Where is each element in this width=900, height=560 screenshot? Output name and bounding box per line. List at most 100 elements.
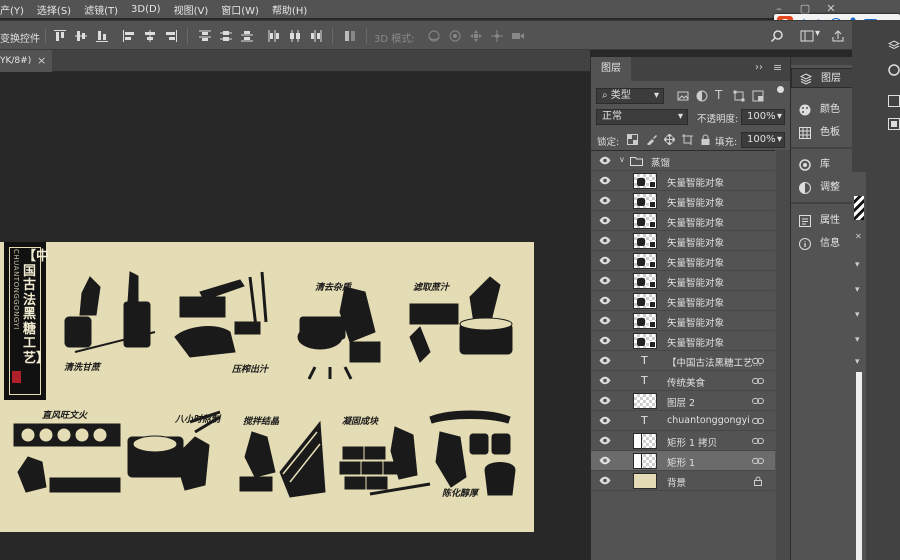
visibility-eye-icon[interactable] [599,236,611,245]
layers-icon[interactable] [888,40,900,52]
link-icon[interactable] [752,437,764,445]
layer-row[interactable]: Tchuantonggongyi [591,411,775,431]
distribute-hcenter-icon[interactable] [288,29,302,43]
visibility-eye-icon[interactable] [599,316,611,325]
align-top-icon[interactable] [53,29,67,43]
workspace-dropdown-icon[interactable]: ▾ [815,28,820,39]
filter-toggle-icon[interactable] [777,86,784,93]
layer-row[interactable]: 矢量智能对象 [591,231,775,251]
chevron-down-icon[interactable]: ▾ [855,285,860,295]
align-vcenter-icon[interactable] [74,29,88,43]
chevron-down-icon[interactable]: ▾ [855,335,860,345]
close-panel-icon[interactable]: ✕ [855,232,862,241]
menu-item-help[interactable]: 帮助(H) [266,2,314,17]
link-icon[interactable] [752,397,764,405]
lock-paint-icon[interactable] [646,134,657,145]
visibility-eye-icon[interactable] [599,156,611,165]
distribute-left-icon[interactable] [267,29,281,43]
visibility-eye-icon[interactable] [599,336,611,345]
3d-slide-icon[interactable] [490,29,504,43]
layer-row[interactable]: 矢量智能对象 [591,251,775,271]
visibility-eye-icon[interactable] [599,476,611,485]
dock-item-libraries[interactable]: 库 [791,155,853,175]
layer-row[interactable]: 矢量智能对象 [591,211,775,231]
3d-roll-icon[interactable] [448,29,462,43]
link-icon[interactable] [752,417,764,425]
distribute-vcenter-icon[interactable] [219,29,233,43]
chevron-down-icon[interactable]: ∨ [619,155,625,164]
dock-item-color[interactable]: 颜色 [791,100,853,120]
visibility-eye-icon[interactable] [599,256,611,265]
link-icon[interactable] [752,357,764,365]
visibility-eye-icon[interactable] [599,416,611,425]
3d-pan-icon[interactable] [469,29,483,43]
visibility-eye-icon[interactable] [599,376,611,385]
align-left-icon[interactable] [122,29,136,43]
gradient-swatch[interactable] [854,196,864,220]
layer-row[interactable]: 矢量智能对象 [591,271,775,291]
tab-layers[interactable]: 图层 [591,57,631,81]
menu-item-3d[interactable]: 3D(D) [125,4,168,15]
lock-transparent-icon[interactable] [627,134,638,145]
link-icon[interactable] [752,377,764,385]
filter-adjustment-icon[interactable] [696,90,708,102]
opacity-input[interactable]: 100% ▾ [741,109,785,125]
layer-row[interactable]: 矢量智能对象 [591,331,775,351]
visibility-eye-icon[interactable] [599,456,611,465]
align-bottom-icon[interactable] [95,29,109,43]
align-hcenter-icon[interactable] [143,29,157,43]
blend-mode-select[interactable]: 正常 ▾ [596,109,688,125]
properties-icon[interactable] [888,95,900,107]
menu-item-window[interactable]: 窗口(W) [215,2,266,17]
artwork-document[interactable]: 【中国古法黑糖工艺】 CHUANTONGGONGYI 清洗甘蔗 压榨出汁 清去杂… [0,242,534,532]
3d-scale-icon[interactable] [511,29,525,43]
lock-artboard-icon[interactable] [682,134,693,145]
chevron-down-icon[interactable]: ▾ [855,357,860,367]
visibility-eye-icon[interactable] [599,296,611,305]
visibility-eye-icon[interactable] [599,396,611,405]
document-tab[interactable]: YK/8#) × [0,50,52,72]
dock-item-adjustments[interactable]: 调整 [791,178,853,198]
link-icon[interactable] [752,457,764,465]
filter-smart-object-icon[interactable] [752,90,764,102]
distribute-top-icon[interactable] [198,29,212,43]
chevron-down-icon[interactable]: ▾ [855,310,860,320]
menu-item-layer[interactable]: 产(Y) [0,2,31,17]
visibility-eye-icon[interactable] [599,276,611,285]
3d-orbit-icon[interactable] [427,29,441,43]
menu-item-view[interactable]: 视图(V) [168,2,216,17]
collapse-panel-icon[interactable]: ›› [755,62,763,73]
visibility-eye-icon[interactable] [599,176,611,185]
layer-row[interactable]: 矩形 1 拷贝 [591,431,775,451]
layer-group-row[interactable]: ∨ 蒸馏 [591,151,775,171]
dock-item-layers[interactable]: 图层 [791,68,853,88]
share-icon[interactable] [831,29,845,43]
menu-item-filter[interactable]: 滤镜(T) [78,2,125,17]
fill-input[interactable]: 100% ▾ [741,132,785,148]
close-tab-icon[interactable]: × [37,50,46,72]
white-scroll-track[interactable] [856,372,862,560]
layers-scrollbar[interactable] [776,150,790,560]
search-icon[interactable] [770,29,784,43]
lock-position-icon[interactable] [664,134,675,145]
auto-align-icon[interactable] [343,29,357,43]
chevron-down-icon[interactable]: ▾ [855,260,860,270]
lock-all-icon[interactable] [700,134,711,145]
distribute-bottom-icon[interactable] [240,29,254,43]
filter-type-icon[interactable]: T [715,88,722,102]
dock-item-info[interactable]: 信息 [791,234,853,254]
distribute-right-icon[interactable] [309,29,323,43]
workspace-icon[interactable] [800,29,814,43]
filter-shape-icon[interactable] [733,90,745,102]
layer-row[interactable]: T 传统美食 [591,371,775,391]
visibility-eye-icon[interactable] [599,196,611,205]
visibility-eye-icon[interactable] [599,436,611,445]
channels-icon[interactable] [888,118,900,130]
cloud-library-icon[interactable] [888,64,900,76]
layer-row[interactable]: T 【中国古法黑糖工艺... [591,351,775,371]
dock-item-properties[interactable]: 属性 [791,211,853,231]
layer-row[interactable]: 矢量智能对象 [591,291,775,311]
filter-pixel-icon[interactable] [677,90,689,102]
layer-row[interactable]: 矩形 1 [591,451,775,471]
visibility-eye-icon[interactable] [599,216,611,225]
